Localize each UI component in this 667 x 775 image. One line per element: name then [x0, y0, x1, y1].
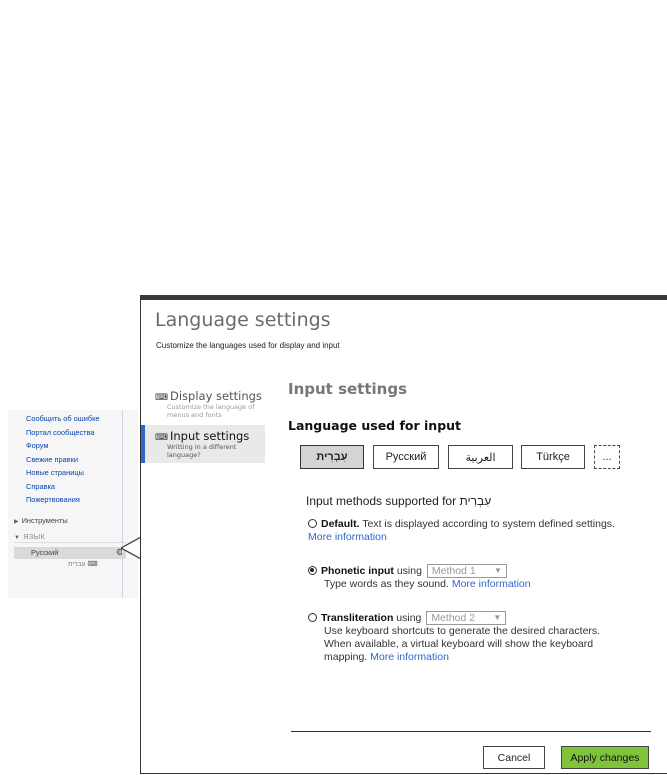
hebrew-input-row[interactable]: עברית ⌨ [68, 560, 98, 568]
input-settings-panel: Input settings Language used for input ע… [288, 380, 658, 663]
option-transliteration[interactable]: Transliteration using Method 2 ▼ Use keyb… [308, 611, 628, 664]
dialog-subtitle: Customize the languages used for display… [156, 341, 340, 350]
method-select-value: Method 2 [431, 612, 476, 624]
option-label: Transliteration [321, 611, 394, 624]
wiki-link[interactable]: Новые страницы [26, 466, 100, 480]
language-label: ЯЗЫК [23, 532, 46, 541]
option-text: Type words as they sound. [324, 578, 449, 590]
more-information-link[interactable]: More information [308, 531, 387, 543]
option-label: Default. [321, 518, 360, 530]
wiki-links: Сообщить об ошибке Портал сообщества Фор… [26, 412, 100, 507]
language-button-hebrew[interactable]: עִבְרִית [300, 445, 364, 469]
settings-nav: ⌨ Display settings Customize the language… [141, 385, 265, 463]
current-language-row[interactable]: Русский ⚙ [14, 547, 126, 559]
methods-title: Input methods supported for עִבְרִית [306, 494, 492, 508]
triangle-down-icon: ▼ [493, 566, 502, 575]
footer-divider [291, 731, 651, 732]
method-select-value: Method 1 [431, 565, 476, 577]
method-select[interactable]: Method 1 ▼ [426, 564, 507, 578]
more-languages-button[interactable]: ... [594, 445, 620, 469]
language-settings-dialog: Language settings Customize the language… [140, 295, 667, 774]
option-default[interactable]: Default. Text is displayed according to … [308, 518, 628, 544]
wiki-link[interactable]: Пожертвования [26, 493, 100, 507]
cancel-button[interactable]: Cancel [483, 746, 545, 769]
nav-item-title: Input settings [170, 429, 250, 443]
current-language-label: Русский [31, 548, 59, 557]
nav-item-desc: Writting in a different language? [167, 443, 237, 459]
language-button-arabic[interactable]: العربية [448, 445, 513, 469]
nav-item-title: Display settings [170, 389, 262, 403]
chevron-down-icon: ▼ [14, 535, 21, 541]
option-using: using [396, 564, 422, 577]
nav-item-desc: Customize the language of menus and font… [167, 403, 255, 419]
nav-display-settings[interactable]: ⌨ Display settings Customize the language… [141, 385, 265, 421]
wiki-link[interactable]: Портал сообщества [26, 426, 100, 440]
radio-transliteration[interactable] [308, 612, 317, 622]
option-text: Text is displayed according to system de… [362, 518, 615, 530]
divider [14, 542, 126, 543]
wiki-sidebar: Сообщить об ошибке Портал сообщества Фор… [8, 410, 138, 598]
chevron-right-icon: ▶ [14, 519, 19, 525]
more-information-link[interactable]: More information [452, 578, 531, 590]
language-button-russian[interactable]: Русский [373, 445, 439, 469]
wiki-link[interactable]: Свежие правки [26, 453, 100, 467]
dialog-title: Language settings [155, 309, 331, 331]
content-edge [122, 410, 123, 598]
option-label: Phonetic input [321, 564, 394, 577]
nav-input-settings[interactable]: ⌨ Input settings Writting in a different … [141, 425, 265, 463]
language-section-toggle[interactable]: ▼ ЯЗЫК [14, 532, 45, 541]
keyboard-icon: ⌨ [87, 561, 98, 568]
wiki-link[interactable]: Сообщить об ошибке [26, 412, 100, 426]
radio-phonetic[interactable] [308, 565, 317, 575]
more-information-link[interactable]: More information [370, 651, 449, 663]
section-title: Input settings [288, 380, 407, 398]
tools-label: Инструменты [21, 516, 68, 525]
keyboard-icon: ⌨ [155, 433, 168, 443]
language-used-title: Language used for input [288, 418, 462, 433]
method-select[interactable]: Method 2 ▼ [426, 611, 507, 625]
radio-default[interactable] [308, 519, 317, 528]
option-using: using [396, 611, 422, 624]
triangle-down-icon: ▼ [493, 613, 502, 622]
language-button-turkish[interactable]: Türkçe [521, 445, 585, 469]
apply-changes-button[interactable]: Apply changes [561, 746, 649, 769]
tools-section-toggle[interactable]: ▶ Инструменты [14, 516, 68, 525]
keyboard-icon: ⌨ [155, 393, 168, 403]
option-phonetic[interactable]: Phonetic input using Method 1 ▼ Type word… [308, 564, 628, 591]
wiki-link[interactable]: Форум [26, 439, 100, 453]
hebrew-label: עברית [68, 561, 86, 568]
wiki-link[interactable]: Справка [26, 480, 100, 494]
option-text: Use keyboard shortcuts to generate the d… [324, 625, 601, 663]
